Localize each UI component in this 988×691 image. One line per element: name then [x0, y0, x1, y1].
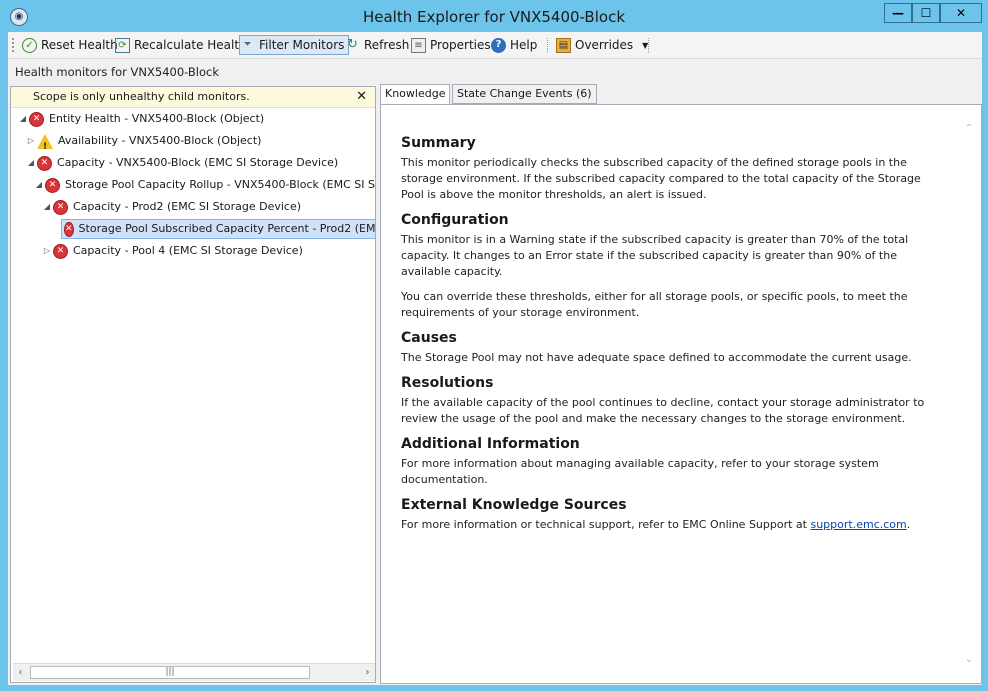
filter-monitors-button[interactable]: ⏷ Filter Monitors	[239, 35, 350, 55]
filter-icon: ⏷	[243, 38, 252, 50]
collapse-icon[interactable]: ◢	[41, 197, 53, 217]
recalculate-health-button[interactable]: ⟳ Recalculate Health	[115, 35, 247, 55]
properties-label: Properties	[430, 38, 491, 52]
expand-icon[interactable]: ▷	[41, 241, 53, 261]
close-scope-icon[interactable]: ✕	[356, 87, 367, 107]
scrollbar-thumb[interactable]: |||	[30, 666, 310, 679]
properties-button[interactable]: ≡ Properties	[411, 35, 491, 55]
toolbar: ✓ Reset Health ⟳ Recalculate Health ⏷ Fi…	[8, 32, 982, 59]
knowledge-content: Summary This monitor periodically checks…	[401, 135, 941, 542]
tree-node-label: Capacity - Prod2 (EMC SI Storage Device)	[73, 200, 302, 213]
horizontal-scrollbar[interactable]: ‹ ||| ›	[13, 663, 375, 681]
refresh-button[interactable]: ↻ Refresh	[345, 35, 409, 55]
additional-info-text: For more information about managing avai…	[401, 457, 879, 486]
tree-node-selected[interactable]: ✕ Storage Pool Subscribed Capacity Perce…	[61, 219, 376, 239]
minimize-button[interactable]: —	[884, 3, 912, 23]
health-explorer-window: ◉ Health Explorer for VNX5400-Block — ☐ …	[0, 0, 988, 691]
monitor-tree-pane: Scope is only unhealthy child monitors. …	[10, 86, 376, 683]
error-status-icon: ✕	[53, 243, 68, 259]
scroll-left-icon[interactable]: ‹	[13, 665, 28, 680]
toolbar-separator	[648, 38, 650, 53]
warning-status-icon: !	[37, 133, 53, 152]
configuration-heading: Configuration	[401, 212, 509, 228]
error-status-icon: ✕	[53, 199, 68, 215]
collapse-icon[interactable]: ◢	[17, 109, 29, 129]
tree-node-label: Capacity - Pool 4 (EMC SI Storage Device…	[73, 244, 303, 257]
tree-node[interactable]: ▷ ! Availability - VNX5400-Block (Object…	[25, 131, 262, 152]
refresh-label: Refresh	[364, 38, 410, 52]
error-status-icon: ✕	[37, 155, 52, 171]
knowledge-pane: ⌃ Summary This monitor periodically chec…	[380, 104, 982, 684]
help-button[interactable]: ? Help	[491, 35, 537, 55]
recalculate-icon: ⟳	[115, 37, 130, 53]
tree-node-label: Storage Pool Capacity Rollup - VNX5400-B…	[65, 178, 375, 191]
overrides-icon: ▤	[556, 37, 571, 53]
tree-node-label: Capacity - VNX5400-Block (EMC SI Storage…	[57, 156, 339, 169]
error-status-icon: ✕	[45, 177, 60, 193]
resolutions-heading: Resolutions	[401, 375, 494, 391]
overrides-button[interactable]: ▤ Overrides ▼	[556, 35, 648, 55]
toolbar-grip[interactable]	[12, 38, 16, 52]
checkmark-icon: ✓	[22, 37, 37, 53]
tab-state-change-events[interactable]: State Change Events (6)	[452, 84, 597, 104]
external-sources-heading: External Knowledge Sources	[401, 497, 627, 513]
tab-knowledge[interactable]: Knowledge	[380, 84, 451, 105]
tree-node[interactable]: ◢ ✕ Capacity - Prod2 (EMC SI Storage Dev…	[41, 197, 301, 217]
summary-heading: Summary	[401, 135, 476, 151]
refresh-icon: ↻	[347, 36, 358, 52]
scope-notice-text: Scope is only unhealthy child monitors.	[33, 90, 250, 103]
tree-node-label: Entity Health - VNX5400-Block (Object)	[49, 112, 265, 125]
recalculate-health-label: Recalculate Health	[134, 38, 247, 52]
support-link[interactable]: support.emc.com	[810, 518, 906, 531]
tree-node[interactable]: ◢ ✕ Entity Health - VNX5400-Block (Objec…	[17, 109, 264, 129]
filter-monitors-label: Filter Monitors	[259, 38, 345, 52]
title-bar[interactable]: ◉ Health Explorer for VNX5400-Block — ☐ …	[0, 0, 988, 32]
help-icon: ?	[491, 37, 506, 53]
error-status-icon: ✕	[64, 221, 74, 237]
expand-icon[interactable]: ▷	[25, 131, 37, 151]
tree-node-label: Storage Pool Subscribed Capacity Percent…	[78, 222, 376, 235]
properties-icon: ≡	[411, 37, 426, 53]
collapse-icon[interactable]: ◢	[33, 175, 45, 195]
tree-node[interactable]: ▷ ✕ Capacity - Pool 4 (EMC SI Storage De…	[41, 241, 303, 261]
collapse-icon[interactable]: ◢	[25, 153, 37, 173]
overrides-label: Overrides	[575, 38, 634, 52]
tree-node[interactable]: ◢ ✕ Storage Pool Capacity Rollup - VNX54…	[33, 175, 375, 195]
close-button[interactable]: ✕	[940, 3, 982, 23]
client-area: ✓ Reset Health ⟳ Recalculate Health ⏷ Fi…	[8, 32, 982, 685]
scroll-right-icon[interactable]: ›	[360, 665, 375, 680]
reset-health-button[interactable]: ✓ Reset Health	[22, 35, 118, 55]
window-title: Health Explorer for VNX5400-Block	[362, 8, 626, 26]
configuration-text: This monitor is in a Warning state if th…	[401, 233, 909, 278]
scroll-up-icon[interactable]: ⌃	[965, 123, 973, 134]
additional-info-heading: Additional Information	[401, 436, 580, 452]
external-sources-end: .	[906, 518, 911, 531]
causes-heading: Causes	[401, 330, 457, 346]
summary-text: This monitor periodically checks the sub…	[401, 156, 921, 201]
tree-node[interactable]: ◢ ✕ Capacity - VNX5400-Block (EMC SI Sto…	[25, 153, 338, 173]
reset-health-label: Reset Health	[41, 38, 118, 52]
resolutions-text: If the available capacity of the pool co…	[401, 396, 925, 425]
maximize-button[interactable]: ☐	[912, 3, 940, 23]
toolbar-separator	[547, 38, 549, 53]
causes-text: The Storage Pool may not have adequate s…	[401, 351, 912, 364]
external-sources-text: For more information or technical suppor…	[401, 518, 811, 531]
error-status-icon: ✕	[29, 111, 44, 127]
scope-notice-bar: Scope is only unhealthy child monitors. …	[11, 87, 375, 108]
tree-node-label: Availability - VNX5400-Block (Object)	[58, 134, 262, 147]
scroll-down-icon[interactable]: ⌄	[965, 654, 973, 665]
scope-title: Health monitors for VNX5400-Block	[15, 65, 219, 79]
external-sources-paragraph: For more information or technical suppor…	[401, 517, 941, 533]
override-text: You can override these thresholds, eithe…	[401, 290, 908, 319]
help-label: Help	[510, 38, 538, 52]
